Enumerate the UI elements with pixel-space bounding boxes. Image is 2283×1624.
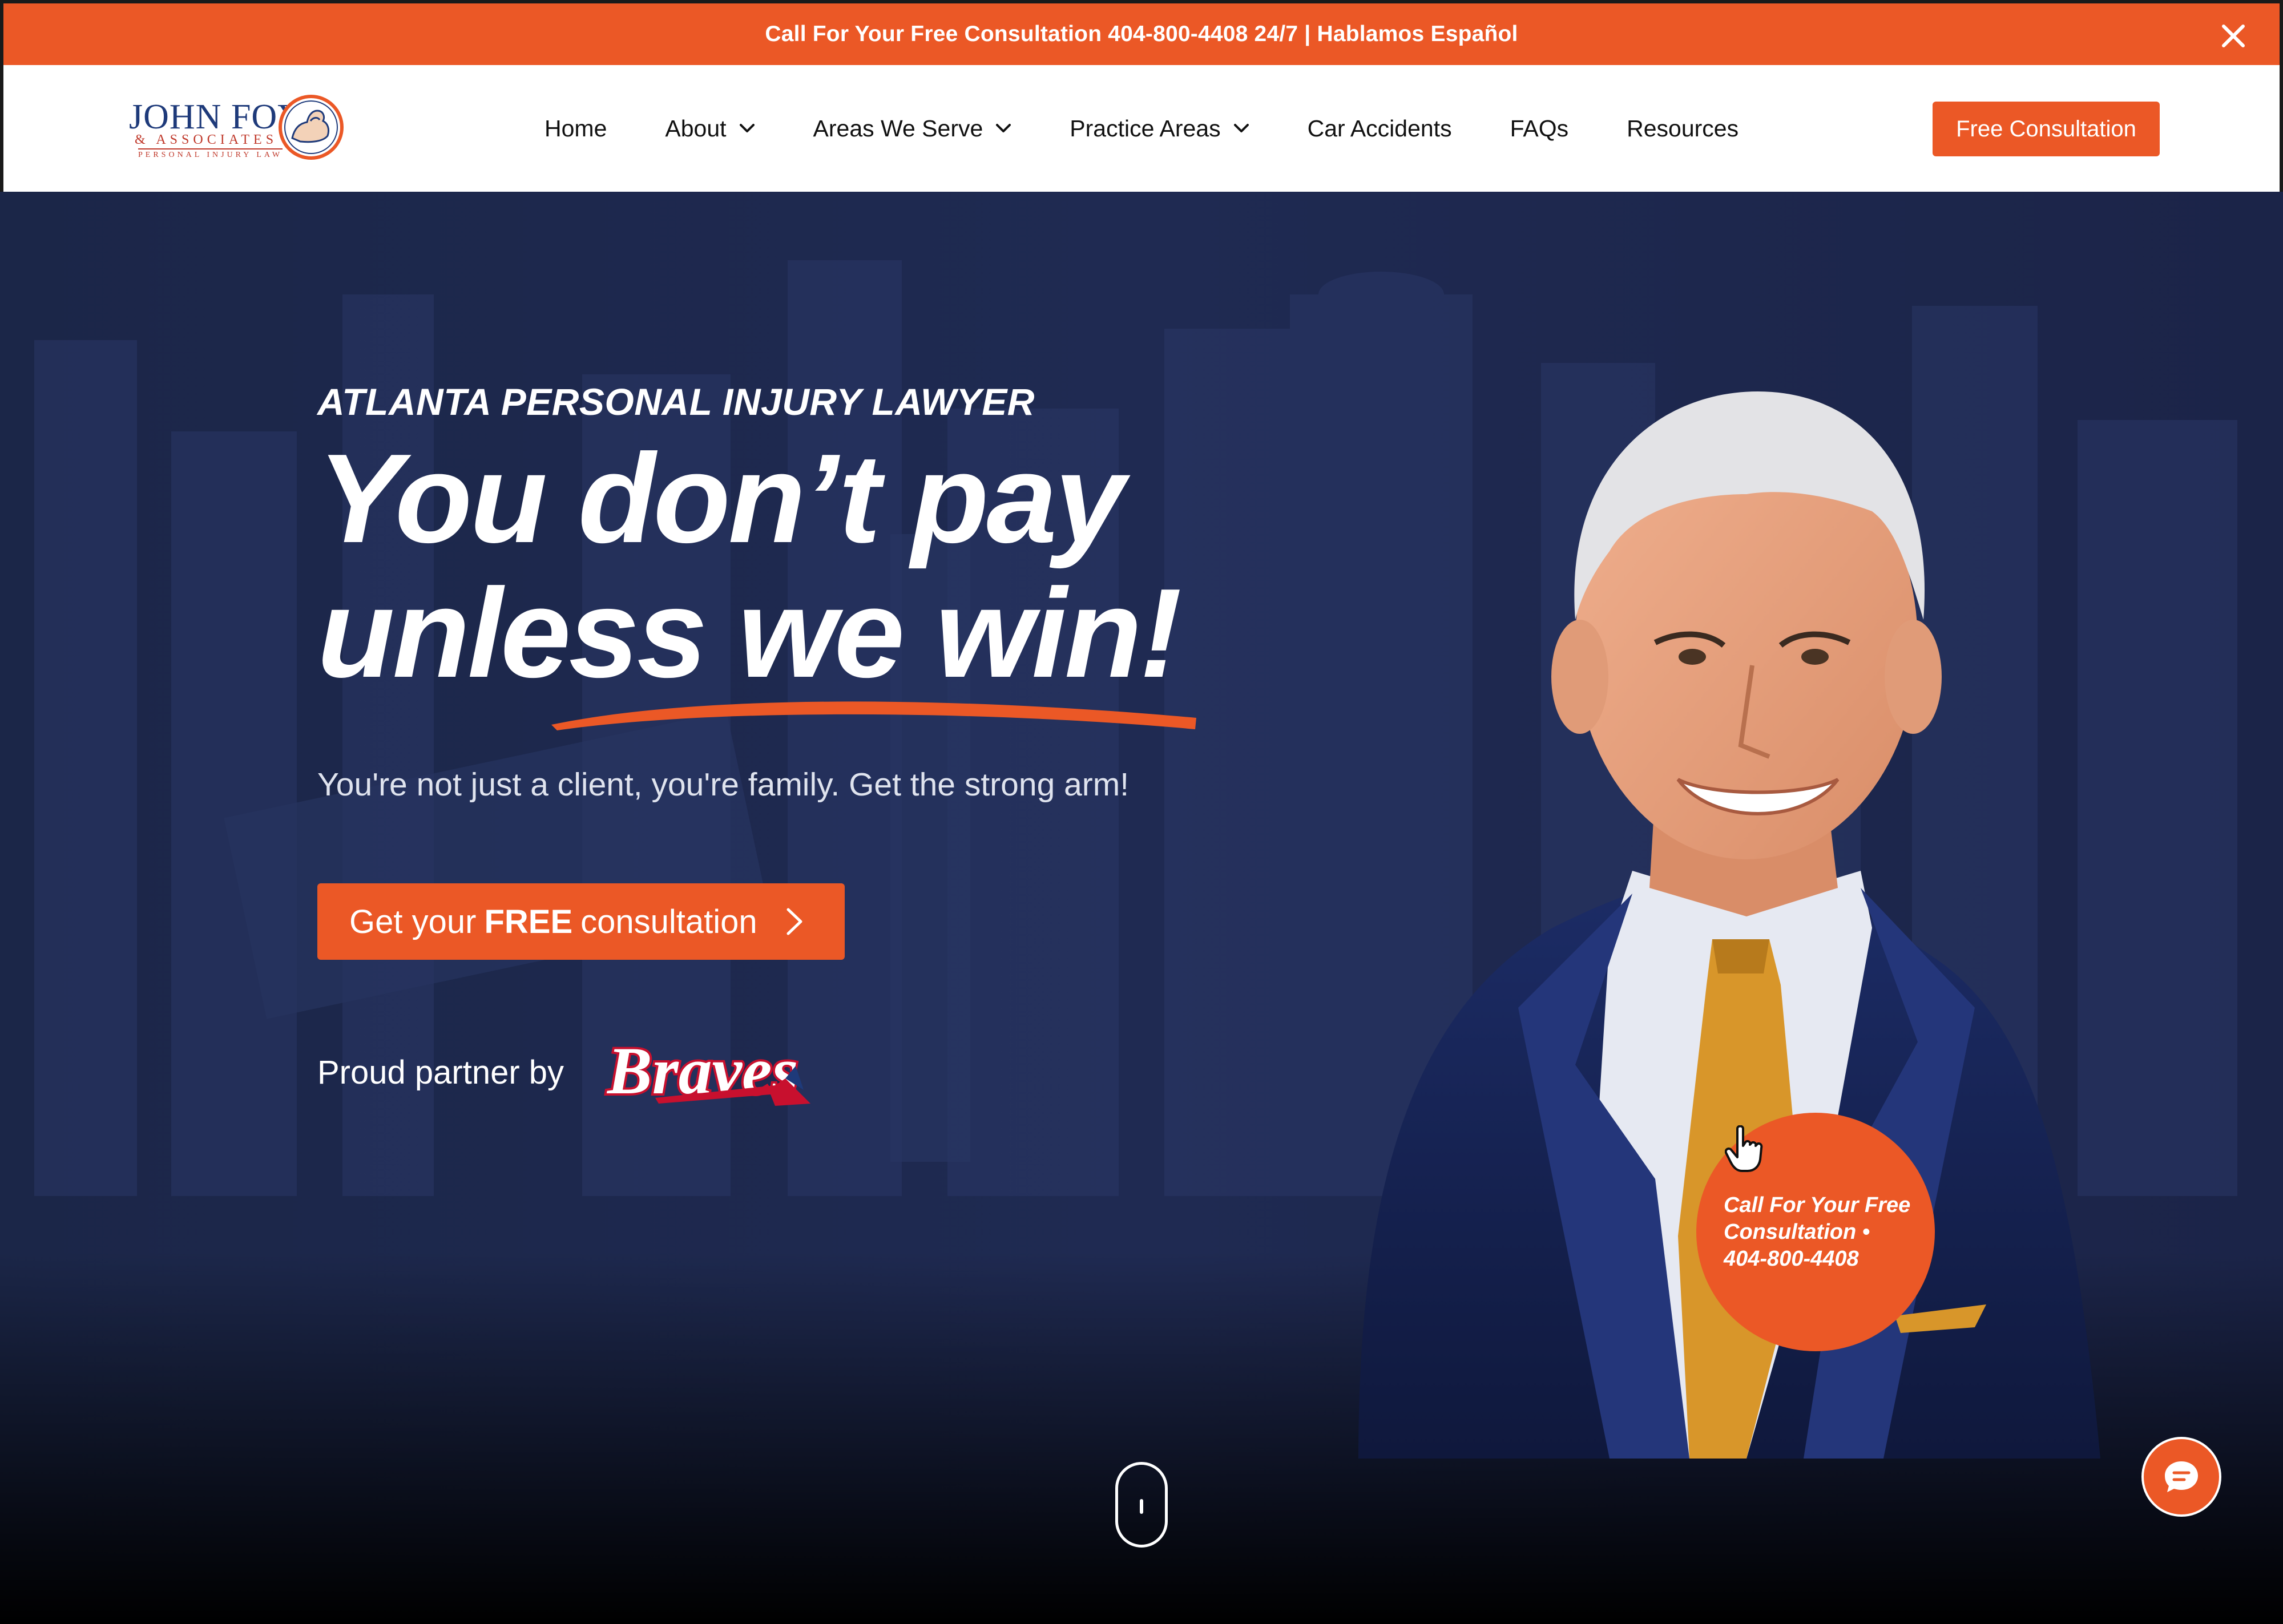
nav-item-label: Resources — [1627, 115, 1739, 142]
headline-line-1: You don’t pay — [317, 428, 1125, 569]
cta-bold: FREE — [484, 903, 573, 940]
scroll-mouse-icon[interactable] — [1115, 1462, 1168, 1548]
cta-prefix: Get your — [349, 903, 477, 940]
chevron-down-icon — [739, 124, 755, 132]
nav-item-areas-we-serve[interactable]: Areas We Serve — [813, 115, 1012, 142]
braves-logo[interactable]: Braves — [604, 1031, 816, 1116]
nav-item-resources[interactable]: Resources — [1627, 115, 1739, 142]
get-free-consultation-button[interactable]: Get your FREE consultation — [317, 883, 845, 960]
headline-line-2: unless we win! — [317, 563, 1182, 704]
nav-item-label: Home — [544, 115, 607, 142]
hand-cursor-icon — [1725, 1125, 1763, 1172]
hero-eyebrow: ATLANTA PERSONAL INJURY LAWYER — [317, 381, 1035, 423]
close-icon[interactable] — [2218, 21, 2249, 51]
main-navigation: JOHN FOY & ASSOCIATES PERSONAL INJURY LA… — [0, 65, 2283, 192]
nav-menu: Home About Areas We Serve Practice Areas… — [544, 65, 1739, 192]
nav-item-home[interactable]: Home — [544, 115, 607, 142]
site-logo[interactable]: JOHN FOY & ASSOCIATES PERSONAL INJURY LA… — [127, 94, 344, 164]
chevron-right-icon — [786, 908, 802, 935]
chat-icon — [2165, 1461, 2198, 1492]
hero-headline: You don’t pay unless we win! — [317, 431, 1231, 701]
chevron-down-icon — [996, 124, 1011, 132]
hero-subtitle: You're not just a client, you're family.… — [317, 766, 1130, 803]
nav-item-car-accidents[interactable]: Car Accidents — [1308, 115, 1452, 142]
free-consultation-button[interactable]: Free Consultation — [1933, 102, 2160, 156]
nav-item-label: About — [665, 115, 727, 142]
hero-section: ATLANTA PERSONAL INJURY LAWYER You don’t… — [0, 192, 2283, 1624]
strong-arm-emblem-icon — [279, 95, 344, 160]
nav-item-label: Areas We Serve — [813, 115, 983, 142]
nav-item-label: Practice Areas — [1070, 115, 1221, 142]
nav-item-label: FAQs — [1510, 115, 1569, 142]
call-bubble-line-2: Consultation • — [1724, 1219, 1870, 1244]
logo-associates: & ASSOCIATES — [135, 132, 278, 147]
nav-item-practice-areas[interactable]: Practice Areas — [1070, 115, 1249, 142]
partner-label: Proud partner by — [317, 1054, 564, 1091]
nav-item-faqs[interactable]: FAQs — [1510, 115, 1569, 142]
underline-swoosh — [551, 701, 1196, 730]
announcement-text[interactable]: Call For Your Free Consultation 404-800-… — [765, 22, 1518, 47]
nav-item-about[interactable]: About — [665, 115, 755, 142]
call-bubble-line-3: 404-800-4408 — [1724, 1246, 1859, 1271]
announcement-bar: Call For Your Free Consultation 404-800-… — [0, 0, 2283, 65]
scroll-wheel — [1140, 1499, 1143, 1514]
chat-button[interactable] — [2141, 1437, 2221, 1517]
cta-suffix: consultation — [580, 903, 757, 940]
nav-item-label: Car Accidents — [1307, 115, 1452, 142]
logo-tagline: PERSONAL INJURY LAW — [138, 148, 283, 160]
call-bubble-line-1: Call For Your Free — [1724, 1193, 1911, 1217]
chevron-down-icon — [1233, 124, 1249, 132]
